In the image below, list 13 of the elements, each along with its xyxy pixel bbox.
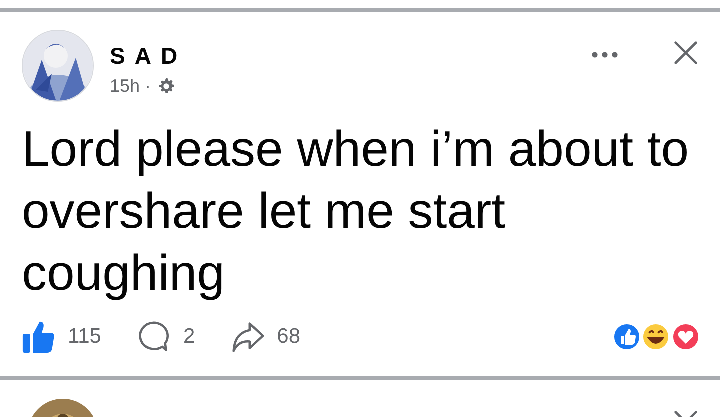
close-icon[interactable] [674,41,698,65]
more-icon[interactable] [592,52,618,58]
comment-icon[interactable] [137,320,172,354]
settings-icon [157,77,176,96]
reactions-icon [612,322,700,352]
post-text: Lord please when i’m about to overshare let me start coughing [22,120,690,303]
reaction-count: 2 [183,325,196,349]
share-arrow-icon[interactable] [231,320,266,354]
reaction-count: 115 [68,325,102,349]
thumbs-up-icon[interactable] [22,320,56,354]
author-name[interactable]: S A D [110,42,180,70]
post-time: 15h · [110,76,152,97]
reaction-count: 68 [277,325,301,349]
